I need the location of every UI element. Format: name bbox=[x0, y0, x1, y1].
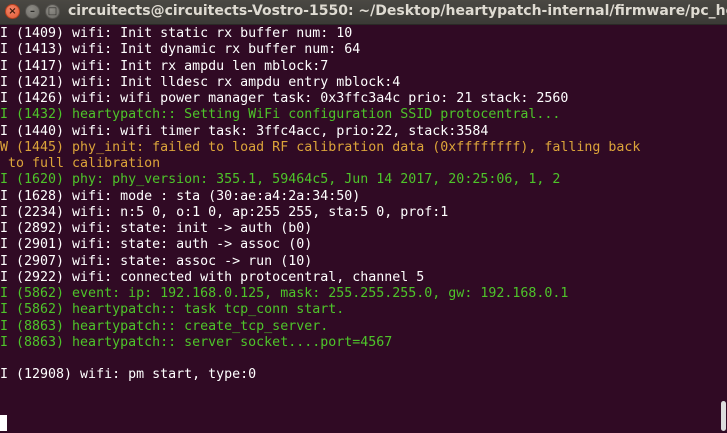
minimize-window-button[interactable]: – bbox=[25, 4, 40, 19]
terminal-line: I (1628) wifi: mode : sta (30:ae:a4:2a:3… bbox=[0, 188, 361, 204]
terminal-line: I (1426) wifi: wifi power manager task: … bbox=[0, 91, 569, 106]
maximize-window-button[interactable]: □ bbox=[45, 4, 60, 19]
terminal-line: I (12908) wifi: pm start, type:0 bbox=[0, 367, 257, 383]
terminal-line: I (8863) heartypatch:: create_tcp_server… bbox=[0, 318, 329, 334]
terminal-line: I (1620) phy: phy_version: 355.1, 59464c… bbox=[0, 172, 561, 188]
terminal-line: I (8863) heartypatch:: server socket....… bbox=[0, 334, 393, 350]
terminal-line: I (1417) wifi: Init rx ampdu len mblock:… bbox=[0, 58, 329, 74]
terminal-cursor bbox=[0, 415, 7, 431]
maximize-icon: □ bbox=[47, 6, 58, 17]
window-titlebar[interactable]: × – □ circuitects@circuitects-Vostro-155… bbox=[0, 0, 727, 25]
scrollbar-thumb[interactable] bbox=[721, 401, 726, 431]
close-window-button[interactable]: × bbox=[5, 4, 20, 19]
terminal-output[interactable]: I (1409) wifi: Init static rx buffer num… bbox=[0, 26, 720, 433]
terminal-line: I (2234) wifi: n:5 0, o:1 0, ap:255 255,… bbox=[0, 204, 449, 220]
terminal-line: I (2907) wifi: state: assoc -> run (10) bbox=[0, 253, 313, 269]
terminal-line: I (5862) heartypatch:: task tcp_conn sta… bbox=[0, 302, 345, 318]
terminal-line: I (1409) wifi: Init static rx buffer num… bbox=[0, 26, 353, 41]
terminal-line: I (1432) heartypatch:: Setting WiFi conf… bbox=[0, 107, 561, 123]
close-icon: × bbox=[8, 6, 17, 17]
terminal-line: I (1440) wifi: wifi timer task: 3ffc4acc… bbox=[0, 123, 489, 139]
terminal-line: I (2901) wifi: state: auth -> assoc (0) bbox=[0, 237, 313, 253]
terminal-line: I (2922) wifi: connected with protocentr… bbox=[0, 269, 425, 285]
terminal-line: W (1445) phy_init: failed to load RF cal… bbox=[0, 139, 641, 155]
terminal-line: to full calibration bbox=[0, 156, 161, 171]
terminal-line: I (5862) event: ip: 192.168.0.125, mask:… bbox=[0, 286, 569, 301]
terminal-line: I (1421) wifi: Init lldesc rx ampdu entr… bbox=[0, 74, 401, 90]
terminal-line: I (2892) wifi: state: init -> auth (b0) bbox=[0, 221, 313, 236]
minimize-icon: – bbox=[30, 6, 35, 17]
window-title: circuitects@circuitects-Vostro-1550: ~/D… bbox=[68, 3, 727, 19]
terminal-line: I (1413) wifi: Init dynamic rx buffer nu… bbox=[0, 42, 361, 58]
terminal-scrollbar[interactable] bbox=[720, 26, 727, 433]
